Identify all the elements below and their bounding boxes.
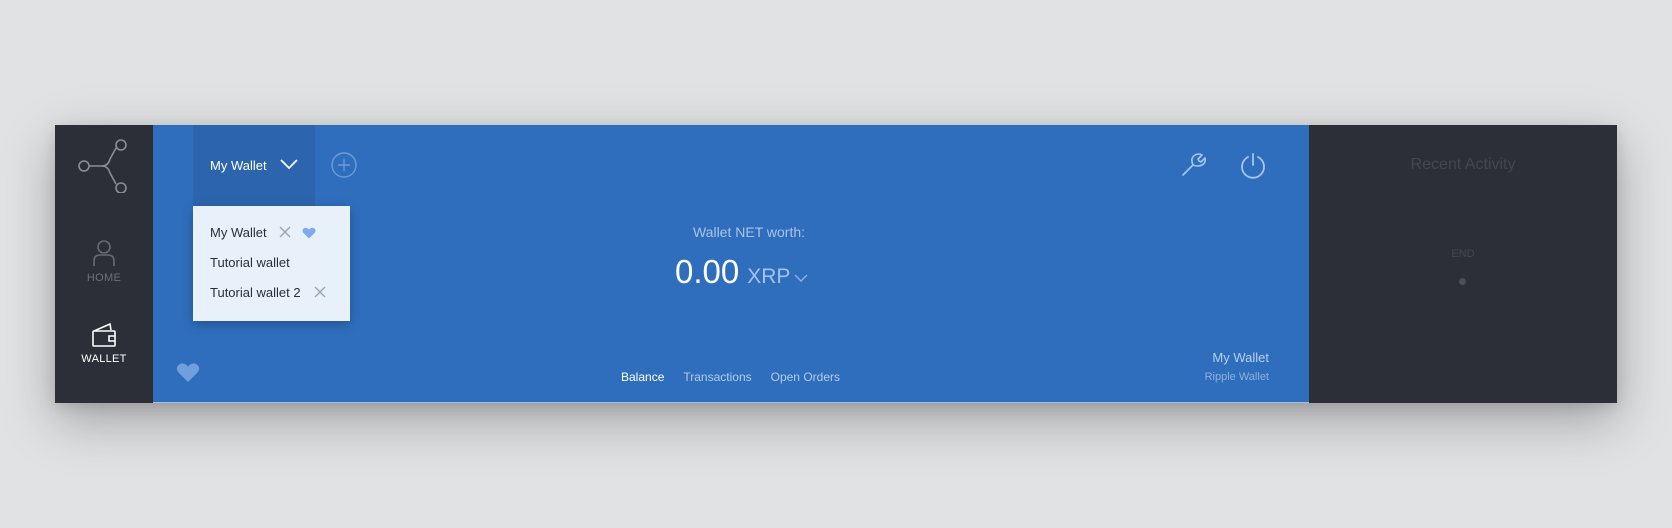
dropdown-item-tutorial-wallet-2[interactable]: Tutorial wallet 2 (193, 277, 350, 307)
app-window: HOME WALLET My Wallet My Wallet Tutorial… (55, 125, 1617, 403)
ripple-logo-icon (78, 139, 127, 193)
wallet-info: My Wallet Ripple Wallet (1205, 350, 1269, 383)
wallet-type: Ripple Wallet (1204, 371, 1269, 383)
person-icon (93, 240, 115, 266)
sidebar-item-home[interactable]: HOME (55, 239, 153, 284)
networth-currency[interactable]: XRP (747, 265, 790, 289)
selected-wallet-label: My Wallet (210, 158, 267, 173)
activity-end-dot (1459, 278, 1466, 285)
heart-icon[interactable] (176, 362, 200, 383)
sidebar-item-label: WALLET (81, 353, 127, 365)
sidebar-item-wallet[interactable]: WALLET (55, 322, 153, 365)
tab-transactions[interactable]: Transactions (683, 370, 751, 384)
wallet-main-panel: My Wallet My Wallet Tutorial wallet Tuto… (153, 125, 1309, 403)
chevron-down-icon (280, 159, 298, 170)
dropdown-item-label: Tutorial wallet (210, 254, 290, 270)
chevron-down-icon[interactable] (794, 274, 808, 283)
activity-end-label: END (1451, 248, 1475, 260)
wallet-selector-button[interactable]: My Wallet (193, 125, 315, 206)
dropdown-item-label: Tutorial wallet 2 (210, 284, 301, 300)
wallet-tabs: Balance Transactions Open Orders (621, 370, 840, 384)
sidebar-item-label: HOME (86, 272, 122, 284)
recent-activity-title: Recent Activity (1410, 156, 1516, 173)
close-icon[interactable] (314, 286, 326, 298)
sidebar: HOME WALLET (55, 125, 153, 403)
recent-activity-panel: Recent Activity END (1309, 125, 1617, 403)
networth-display: 0.00 XRP (675, 253, 808, 291)
wallet-icon (92, 322, 116, 347)
power-icon[interactable] (1239, 152, 1267, 180)
dropdown-item-tutorial-wallet[interactable]: Tutorial wallet (193, 247, 350, 277)
wrench-icon[interactable] (1180, 152, 1206, 178)
wallet-name: My Wallet (1212, 350, 1269, 365)
networth-value: 0.00 (675, 253, 740, 290)
tab-open-orders[interactable]: Open Orders (771, 370, 840, 384)
networth-label: Wallet NET worth: (692, 224, 806, 240)
tab-balance[interactable]: Balance (621, 370, 664, 384)
plus-circle-icon[interactable] (330, 151, 358, 179)
